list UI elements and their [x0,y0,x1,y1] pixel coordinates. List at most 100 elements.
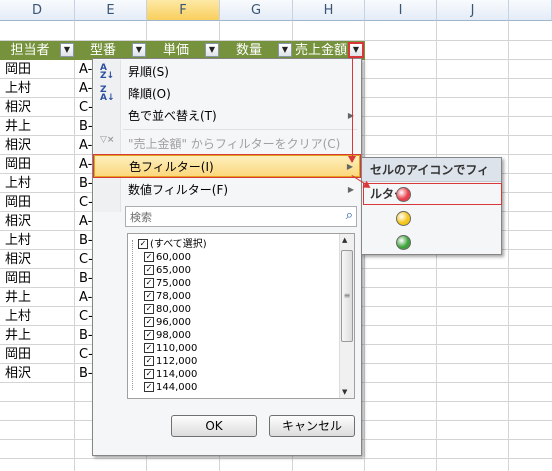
menu-separator [123,129,357,130]
filter-dropdown-button[interactable]: ▼ [278,43,292,57]
column-header-k[interactable] [509,0,552,21]
scroll-down-icon[interactable]: ▼ [342,388,347,396]
list-scrollbar[interactable]: ▲ ≡ ▼ [339,234,354,398]
menu-clear-filter: ▽× "売上金額" からフィルターをクリア(C) [100,135,341,152]
cell-kataban[interactable]: C- [79,250,93,269]
cell-tantousha[interactable]: 上村 [5,174,31,193]
cell-tantousha[interactable]: 相沢 [5,250,31,269]
filter-list-label: 75,000 [156,278,191,289]
filter-list-item[interactable]: ✓ 60,000 [144,251,191,264]
cancel-button[interactable]: キャンセル [269,415,355,437]
submenu-highlight [363,183,502,205]
cell-kataban[interactable]: A- [79,79,92,98]
ok-button[interactable]: OK [171,415,257,437]
filter-list-item[interactable]: ✓ 65,000 [144,264,191,277]
sort-descending-icon: Z A↓ [100,85,115,103]
cell-kataban[interactable]: B- [79,231,93,250]
filter-dropdown-button[interactable]: ▼ [132,43,146,57]
menu-color-filter[interactable]: 色フィルター(I) ▶ [94,155,360,177]
cell-tantousha[interactable]: 相沢 [5,98,31,117]
cell-kataban[interactable]: C- [79,98,93,117]
filter-list-item[interactable]: ✓ 110,000 [144,342,197,355]
filter-list-label: 98,000 [156,330,191,341]
cell-tantousha[interactable]: 上村 [5,307,31,326]
cell-kataban[interactable]: A- [79,60,92,79]
checkbox[interactable]: ✓ [144,291,154,301]
checkbox[interactable]: ✓ [144,317,154,327]
checkbox[interactable]: ✓ [144,330,154,340]
tree-line [132,240,133,390]
checkbox[interactable]: ✓ [144,278,154,288]
cell-kataban[interactable]: B- [79,364,93,383]
filter-list-item[interactable]: ✓ 78,000 [144,290,191,303]
cell-kataban[interactable]: C- [79,345,93,364]
cell-kataban[interactable]: A- [79,288,92,307]
scroll-up-icon[interactable]: ▲ [342,236,347,244]
menu-sort-by-color[interactable]: 色で並べ替え(T) ▶ [94,105,360,127]
cell-kataban[interactable]: A- [79,136,92,155]
yellow-circle-icon[interactable] [396,211,411,226]
column-header-f[interactable]: F [147,0,220,21]
cell-kataban[interactable]: C- [79,193,93,212]
cell-tantousha[interactable]: 上村 [5,231,31,250]
cell-tantousha[interactable]: 岡田 [5,345,31,364]
column-header-j[interactable]: J [437,0,509,21]
submenu-title: セルのアイコンでフィルター [362,158,501,201]
checkbox[interactable]: ✓ [144,382,154,392]
cell-kataban[interactable]: A- [79,155,92,174]
cell-tantousha[interactable]: 岡田 [5,155,31,174]
filter-list-item[interactable]: ✓ 80,000 [144,303,191,316]
red-circle-icon[interactable] [396,187,411,202]
filter-list-item[interactable]: ✓ 75,000 [144,277,191,290]
column-header-e[interactable]: E [75,0,147,21]
filter-list-item[interactable]: ✓ 112,000 [144,355,197,368]
cell-kataban[interactable]: A- [79,212,92,231]
cell-kataban[interactable]: B- [79,117,93,136]
cell-kataban[interactable]: B- [79,326,93,345]
filter-list-item[interactable]: ✓ (すべて選択) [138,238,207,251]
scroll-thumb[interactable]: ≡ [341,250,353,342]
filter-list-item[interactable]: ✓ 144,000 [144,381,197,394]
cell-tantousha[interactable]: 相沢 [5,364,31,383]
cell-tantousha[interactable]: 井上 [5,326,31,345]
cell-tantousha[interactable]: 上村 [5,79,31,98]
green-circle-icon[interactable] [396,235,411,250]
filter-list-item[interactable]: ✓ 96,000 [144,316,191,329]
filter-dropdown-button[interactable]: ▼ [205,43,219,57]
filter-list-label: 114,000 [156,369,198,380]
filter-list-item[interactable]: ✓ 98,000 [144,329,191,342]
checkbox[interactable]: ✓ [138,239,148,249]
filter-list-label: 110,000 [156,343,198,354]
checkbox[interactable]: ✓ [144,343,154,353]
cell-tantousha[interactable]: 岡田 [5,193,31,212]
cell-tantousha[interactable]: 井上 [5,288,31,307]
cell-kataban[interactable]: B- [79,174,93,193]
checkbox[interactable]: ✓ [144,265,154,275]
column-header-h[interactable]: H [293,0,365,21]
menu-sort-ascending[interactable]: A Z↓ 昇順(S) [94,61,360,83]
checkbox[interactable]: ✓ [144,304,154,314]
cell-tantousha[interactable]: 相沢 [5,136,31,155]
gridline [0,458,552,459]
menu-number-filter[interactable]: 数値フィルター(F) ▶ [94,179,360,201]
checkbox[interactable]: ✓ [144,356,154,366]
filter-dropdown-button[interactable]: ▼ [60,43,74,57]
checkbox[interactable]: ✓ [144,369,154,379]
cell-tantousha[interactable]: 相沢 [5,212,31,231]
cell-kataban[interactable]: B- [79,269,93,288]
cell-tantousha[interactable]: 岡田 [5,60,31,79]
search-field[interactable]: 検索 ⌕ [125,206,357,227]
checkbox[interactable]: ✓ [144,252,154,262]
column-header-g[interactable]: G [220,0,293,21]
gridline [74,21,75,471]
cell-tantousha[interactable]: 井上 [5,117,31,136]
column-header-i[interactable]: I [365,0,437,21]
column-header-d[interactable]: D [0,0,75,21]
submenu-arrow-icon: ▶ [347,185,354,194]
cell-kataban[interactable]: C- [79,307,93,326]
menu-sort-descending[interactable]: Z A↓ 降順(O) [94,83,360,105]
cell-tantousha[interactable]: 岡田 [5,269,31,288]
filter-dropdown-button-active[interactable]: ▼ [349,43,363,57]
filter-list-item[interactable]: ✓ 114,000 [144,368,197,381]
filter-value-list[interactable]: ✓ (すべて選択) ✓ 60,000 ✓ 65,000 ✓ 75,000 ✓ 78,000 ✓ 80,… [127,233,355,399]
